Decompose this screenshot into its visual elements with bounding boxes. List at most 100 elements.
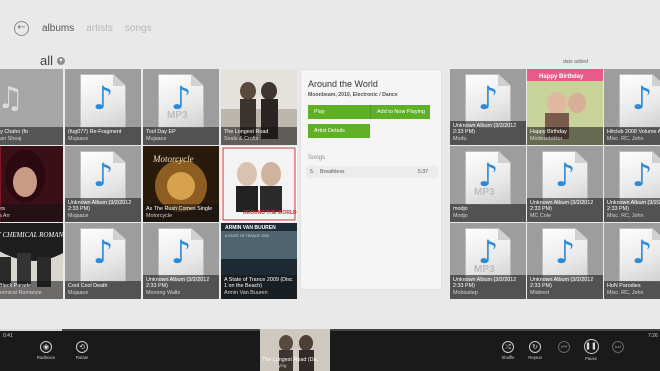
tab-artists[interactable]: artists — [86, 23, 113, 34]
album-artist: Misc. RC, John — [607, 289, 644, 296]
album-title: As The Rush Comes Single — [146, 206, 213, 213]
album-tile[interactable]: AROUND THE WORLD — [221, 146, 297, 222]
mp3-label-icon: MP3 — [167, 110, 188, 121]
album-tile[interactable]: ♪ Unknown Album (3/2/2012 2:33 PM) MC Co… — [527, 146, 603, 222]
album-caption: Unknown Album (3/2/2012 2:33 PM) Misbred — [527, 274, 603, 299]
album-tile[interactable]: ♪ Unknown Album (3/2/2012 2:33 PM) Morni… — [143, 223, 219, 299]
rotate-label: Rotate — [75, 355, 89, 360]
album-title: Unknown Album (3/2/2012 2:33 PM) — [530, 276, 594, 290]
pause-label: Pause — [585, 356, 597, 361]
album-caption: Unknown Album (3/2/2012 2:33 PM) Morning… — [143, 274, 219, 299]
album-artist: Misc. RC, John — [607, 212, 644, 219]
album-caption: Unknown Album (3/2/2012 2:33 PM) Misc. R… — [604, 197, 660, 222]
album-caption: modjo Modjo — [450, 204, 526, 222]
album-caption: As The Rush Comes Single Motorcycle — [143, 204, 219, 222]
music-note-icon: ♪ — [92, 233, 114, 271]
next-button[interactable]: ⏭ — [603, 341, 633, 353]
album-tile[interactable]: ♫ ...say Chaho (fo ...Jaan Sheaj — [0, 69, 63, 145]
album-caption: ...say Chaho (fo ...Jaan Sheaj — [0, 127, 63, 145]
motorcycle-logo: Motorcycle — [152, 154, 194, 164]
song-number: 5. — [310, 169, 315, 175]
tab-albums[interactable]: albums — [42, 23, 74, 34]
add-to-now-playing-button[interactable]: Add to Now Playing — [370, 105, 430, 119]
album-caption: (fug077) Re-Fragment Mujaace — [65, 127, 141, 145]
music-note-icon: ♪ — [631, 233, 653, 271]
next-icon: ⏭ — [612, 341, 624, 353]
tab-songs[interactable]: songs — [125, 23, 152, 34]
rotate-button[interactable]: ⟲ Rotate — [67, 341, 97, 360]
repeat-button[interactable]: ↻ Repeat — [520, 341, 550, 360]
previous-button[interactable]: ⏮ — [549, 341, 579, 353]
album-art: AROUND THE WORLD — [221, 146, 297, 222]
song-row[interactable]: 5. Breathless 5:37 — [306, 166, 438, 178]
around-the-world-text: AROUND THE WORLD — [243, 210, 297, 216]
armin-subtitle: A STATE OF TRANCE 2009 — [225, 234, 269, 238]
previous-icon: ⏮ — [558, 341, 570, 353]
album-tile[interactable]: ♪ Unknown Album (3/2/2012 2:33 PM) Misc.… — [604, 146, 660, 222]
now-playing-tile[interactable]: The Longest Road (Da... Now Playing — [260, 329, 330, 371]
album-caption: Unknown Album (3/2/2012 2:33 PM) Modu — [450, 120, 526, 145]
pause-icon: ❚❚ — [583, 339, 599, 354]
album-detail-panel: Around the World Moonbeam, 2010, Electro… — [300, 69, 442, 290]
elapsed-time: 0:41 — [3, 333, 13, 339]
album-tile[interactable]: ♪ Unknown Album (3/2/2012 2:33 PM) Modu — [450, 69, 526, 145]
album-meta: Moonbeam, 2010, Electronic / Dance — [308, 92, 398, 98]
album-tile[interactable]: The Longest Road Seals & Crofts — [221, 69, 297, 145]
album-tile[interactable]: Motorcycle As The Rush Comes Single Moto… — [143, 146, 219, 222]
filter-dropdown[interactable]: all ▾ — [40, 53, 66, 68]
album-title: Unknown Album (3/2/2012 2:33 PM) — [68, 199, 132, 213]
album-tile[interactable]: ♪ MP3 Unknown Album (3/2/2012 2:33 PM) Mo… — [450, 223, 526, 299]
album-artist: Misc. RC, John — [607, 135, 644, 142]
album-artist: Mobiustep — [453, 289, 478, 296]
album-caption: Happy Birthday Modeselektor — [527, 127, 603, 145]
album-tile[interactable]: Happy Birthday Happy Birthday Modeselekt… — [527, 69, 603, 145]
back-button[interactable]: ← — [14, 21, 29, 36]
album-tile[interactable]: ♪ MP3 Tool Day EP Mujaace — [143, 69, 219, 145]
repeat-icon: ↻ — [529, 341, 541, 353]
album-tile[interactable]: MY CHEMICAL ROMANCE ...e Black Parade ..… — [0, 223, 63, 299]
album-tile[interactable]: ...bers ...dia Arr — [0, 146, 63, 222]
album-title: Hitclub 2008 Volume A — [607, 129, 660, 136]
album-tile[interactable]: ♪ MP3 modjo Modjo — [450, 146, 526, 222]
shuffle-label: Shuffle — [501, 355, 515, 360]
album-tile[interactable]: ARMIN VAN BUUREN A STATE OF TRANCE 2009 … — [221, 223, 297, 299]
album-title: A State of Trance 2009 (Disc 1 on the Be… — [224, 276, 293, 290]
progress-track[interactable] — [0, 329, 660, 331]
view-tabs: albums artists songs — [42, 23, 152, 34]
album-title: Unknown Album (3/2/2012 2:33 PM) — [453, 276, 517, 290]
album-artist: Modeselektor — [530, 135, 563, 142]
mcr-logo: MY CHEMICAL ROMANCE — [0, 231, 63, 239]
music-note-icon: ♪ — [554, 156, 576, 194]
music-note-icon: ♪ — [92, 79, 114, 117]
album-artist: Morning Waltz — [146, 289, 181, 296]
rotate-icon: ⟲ — [76, 341, 88, 353]
album-caption: Hitclub 2008 Volume A Misc. RC, John — [604, 127, 660, 145]
radbrace-button[interactable]: ◉ Radbrace — [31, 341, 61, 360]
album-caption: The Longest Road Seals & Crofts — [221, 127, 297, 145]
shuffle-icon: ⤮ — [502, 341, 514, 353]
pause-button[interactable]: ❚❚ Pause — [576, 339, 606, 361]
album-title: Unknown Album (3/2/2012 2:33 PM) — [607, 199, 660, 213]
album-title: Unknown Album (3/2/2012 2:33 PM) — [146, 276, 210, 290]
album-tile[interactable]: ♪ Hitclub 2008 Volume A Misc. RC, John — [604, 69, 660, 145]
album-artist: ...Jaan Sheaj — [0, 135, 22, 142]
shuffle-button[interactable]: ⤮ Shuffle — [493, 341, 523, 360]
player-bar: 0:41 7:26 ◉ Radbrace ⟲ Rotate ⤮ Shuffle … — [0, 329, 660, 371]
album-tile[interactable]: ♪ (fug077) Re-Fragment Mujaace — [65, 69, 141, 145]
chevron-down-icon: ▾ — [57, 56, 66, 65]
sort-label[interactable]: date added — [563, 59, 588, 65]
repeat-label: Repeat — [528, 355, 542, 360]
play-button[interactable]: Play — [308, 105, 370, 119]
album-artist: Modjo — [453, 212, 468, 219]
artist-details-button[interactable]: Artist Details — [308, 124, 370, 138]
now-playing-status: Now Playing — [262, 362, 287, 368]
album-tile[interactable]: ♪ Unknown Album (3/2/2012 2:33 PM) Misbr… — [527, 223, 603, 299]
song-duration: 5:37 — [417, 169, 428, 175]
album-caption: HoN Parodies Misc. RC, John — [604, 281, 660, 299]
album-artist: MC Cole — [530, 212, 551, 219]
album-caption: Unknown Album (3/2/2012 2:33 PM) Mujaace — [65, 197, 141, 222]
album-tile[interactable]: ♪ Cool Cool Death Mujaace — [65, 223, 141, 299]
album-tile[interactable]: ♪ HoN Parodies Misc. RC, John — [604, 223, 660, 299]
album-tile[interactable]: ♪ Unknown Album (3/2/2012 2:33 PM) Mujaa… — [65, 146, 141, 222]
album-artist: Mujaace — [68, 289, 89, 296]
